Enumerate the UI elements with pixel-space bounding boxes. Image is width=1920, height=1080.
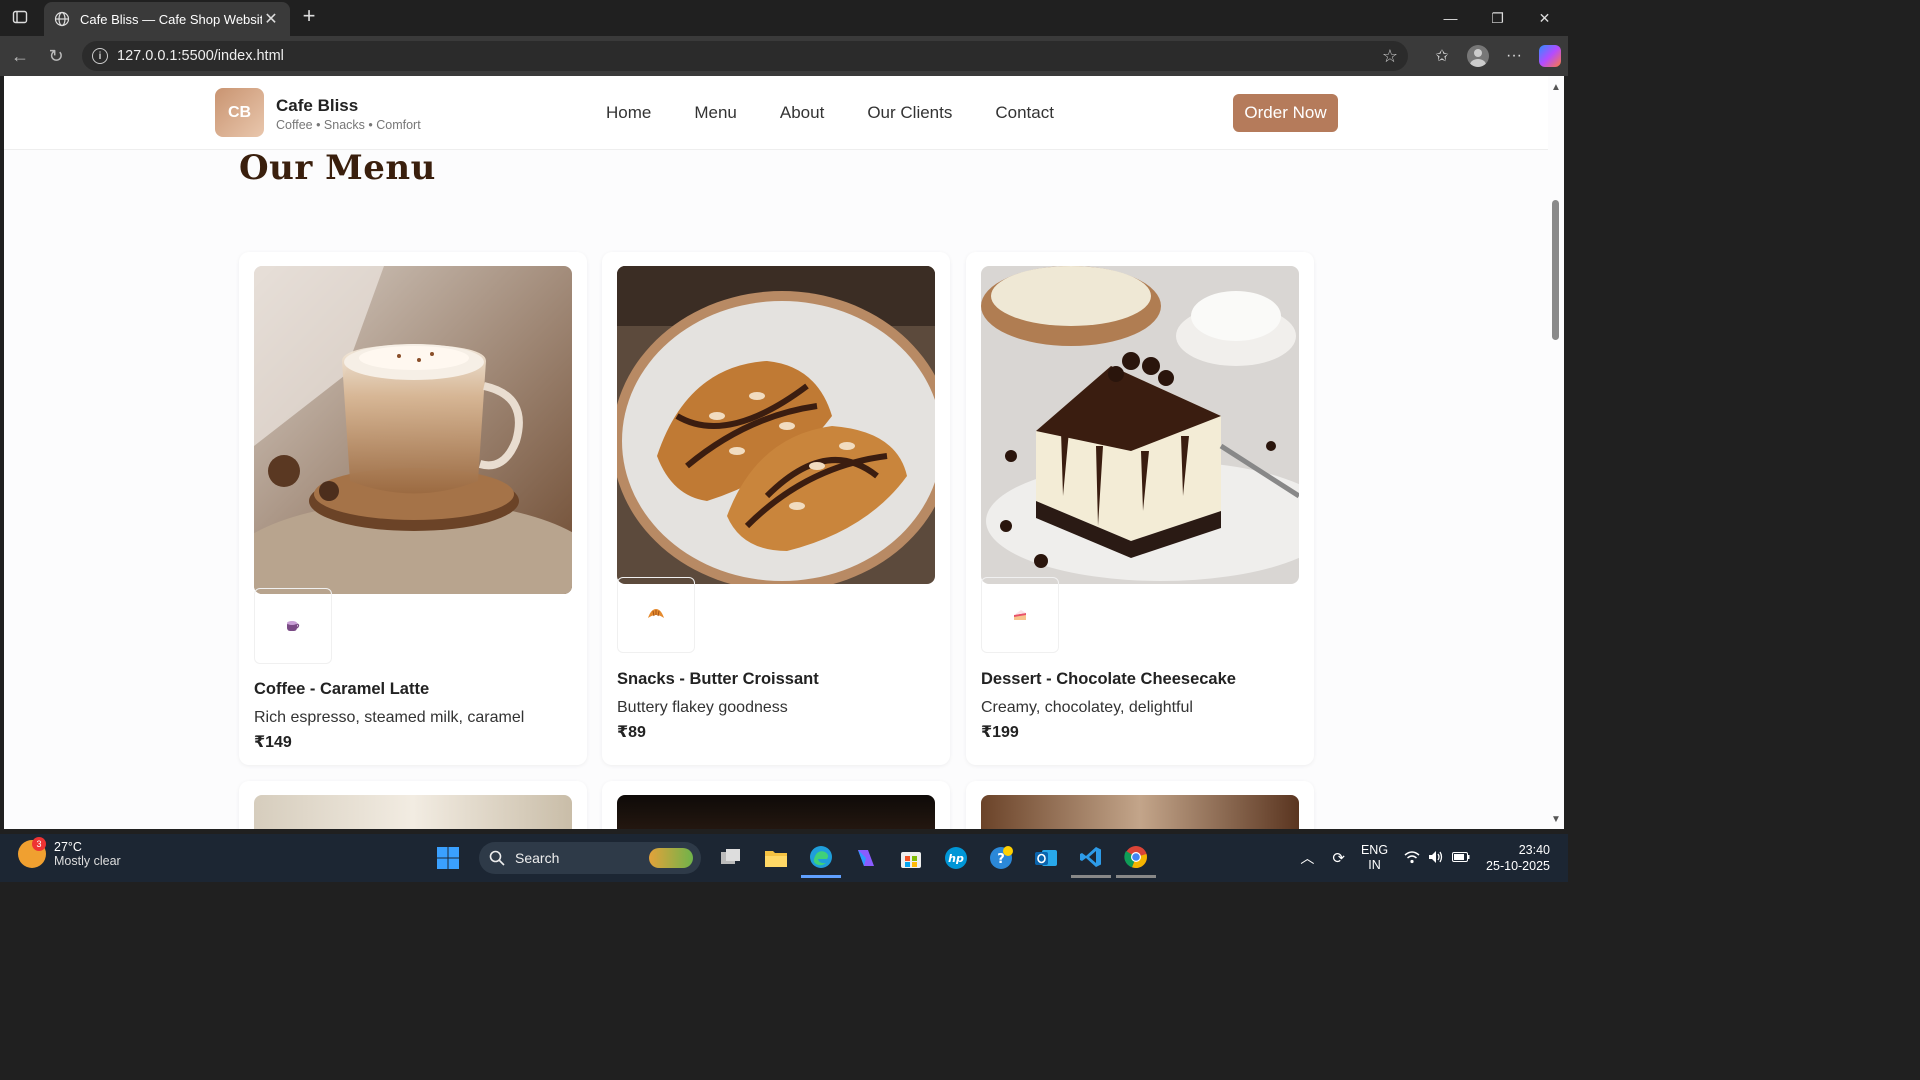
reload-button[interactable]: ↻ bbox=[42, 42, 70, 70]
clock-date: 25-10-2025 bbox=[1486, 859, 1550, 873]
scroll-up-icon[interactable]: ▲ bbox=[1551, 82, 1561, 93]
copilot-icon[interactable] bbox=[1532, 40, 1568, 72]
more-menu-icon[interactable]: ··· bbox=[1496, 40, 1532, 72]
language-indicator[interactable]: ENG IN bbox=[1361, 843, 1388, 873]
search-label: Search bbox=[515, 850, 560, 866]
outlook-icon[interactable] bbox=[1026, 838, 1066, 878]
favorites-icon[interactable]: ✩ bbox=[1424, 40, 1460, 72]
svg-text:hp: hp bbox=[948, 852, 964, 865]
brand-tagline: Coffee • Snacks • Comfort bbox=[276, 118, 421, 132]
menu-item-name: Snacks - Butter Croissant bbox=[617, 670, 819, 688]
menu-item-name: Coffee - Caramel Latte bbox=[254, 680, 430, 698]
taskbar-search[interactable]: Search bbox=[479, 842, 701, 874]
profile-avatar[interactable] bbox=[1460, 40, 1496, 72]
site-info-icon[interactable]: i bbox=[92, 48, 108, 64]
hp-icon[interactable]: hp bbox=[936, 838, 976, 878]
windows-taskbar: 3 27°C Mostly clear Search hp ? ︿ ⟳ ENG … bbox=[0, 834, 1568, 882]
sync-icon[interactable]: ⟳ bbox=[1332, 849, 1345, 867]
volume-icon[interactable] bbox=[1428, 850, 1444, 867]
favorite-star-icon[interactable]: ☆ bbox=[1382, 46, 1398, 67]
section-title: Our Menu bbox=[239, 148, 436, 188]
menu-card[interactable] bbox=[602, 781, 950, 829]
address-toolbar: ← ↻ i 127.0.0.1:5500/index.html ☆ ✩ ··· bbox=[0, 36, 1568, 76]
menu-item-price: ₹149 bbox=[254, 734, 292, 751]
cake-slice-icon bbox=[981, 577, 1059, 653]
nav-menu[interactable]: Menu bbox=[694, 103, 737, 123]
browser-tab-bar: Cafe Bliss — Cafe Shop Website ✕ + — ❐ ✕ bbox=[0, 0, 1568, 36]
language-line-1: ENG bbox=[1360, 843, 1389, 857]
menu-item-image bbox=[254, 795, 572, 829]
order-now-button[interactable]: Order Now bbox=[1233, 94, 1338, 132]
file-explorer-icon[interactable] bbox=[756, 838, 796, 878]
nav-our-clients[interactable]: Our Clients bbox=[867, 103, 952, 123]
copilot-app-icon[interactable] bbox=[846, 838, 886, 878]
weather-icon: 3 bbox=[18, 837, 46, 868]
battery-icon[interactable] bbox=[1452, 851, 1470, 865]
page-scrollbar[interactable]: ▲ ▼ bbox=[1548, 76, 1564, 829]
close-window-button[interactable]: ✕ bbox=[1521, 0, 1568, 36]
logo[interactable]: CB bbox=[215, 88, 264, 137]
site-header: CB Cafe Bliss Coffee • Snacks • Comfort … bbox=[4, 76, 1548, 150]
microsoft-store-icon[interactable] bbox=[891, 838, 931, 878]
tab-close-icon[interactable]: ✕ bbox=[262, 9, 280, 29]
menu-item-price: ₹199 bbox=[981, 724, 1019, 741]
task-view-icon[interactable] bbox=[711, 838, 751, 878]
chrome-icon[interactable] bbox=[1116, 838, 1156, 878]
menu-item-description: Buttery flakey goodness bbox=[617, 699, 788, 716]
temperature: 27°C bbox=[54, 840, 82, 854]
new-tab-button[interactable]: + bbox=[296, 3, 322, 31]
menu-card[interactable] bbox=[239, 781, 587, 829]
scrollbar-thumb[interactable] bbox=[1552, 200, 1559, 340]
browser-tab[interactable]: Cafe Bliss — Cafe Shop Website ✕ bbox=[44, 2, 290, 36]
menu-item-image bbox=[617, 795, 935, 829]
page-viewport: CB Cafe Bliss Coffee • Snacks • Comfort … bbox=[4, 76, 1548, 829]
weather-widget[interactable]: 3 27°C Mostly clear bbox=[18, 837, 121, 868]
menu-item-name: Dessert - Chocolate Cheesecake bbox=[981, 670, 1236, 688]
wifi-icon[interactable] bbox=[1404, 850, 1420, 867]
restore-button[interactable]: ❐ bbox=[1474, 0, 1521, 36]
scroll-down-icon[interactable]: ▼ bbox=[1551, 814, 1561, 825]
croissant-icon bbox=[617, 577, 695, 653]
menu-item-image bbox=[981, 795, 1299, 829]
menu-card[interactable]: Coffee - Caramel Latte Rich espresso, st… bbox=[239, 252, 587, 765]
language-line-2: IN bbox=[1368, 858, 1381, 872]
coffee-cup-icon bbox=[254, 588, 332, 664]
caramel-latte-image bbox=[254, 266, 572, 594]
address-bar[interactable]: i 127.0.0.1:5500/index.html ☆ bbox=[82, 41, 1408, 71]
search-icon bbox=[489, 850, 505, 866]
tab-actions-icon[interactable] bbox=[6, 4, 34, 30]
brand-name: Cafe Bliss bbox=[276, 96, 359, 115]
start-icon[interactable] bbox=[428, 838, 468, 878]
menu-card[interactable] bbox=[966, 781, 1314, 829]
svg-text:?: ? bbox=[997, 852, 1005, 867]
edge-icon[interactable] bbox=[801, 838, 841, 878]
menu-card[interactable]: Dessert - Chocolate Cheesecake Creamy, c… bbox=[966, 252, 1314, 765]
butter-croissant-image bbox=[617, 266, 935, 584]
menu-item-description: Creamy, chocolatey, delightful bbox=[981, 699, 1193, 716]
menu-item-description: Rich espresso, steamed milk, caramel bbox=[254, 709, 525, 726]
nav-contact[interactable]: Contact bbox=[995, 103, 1054, 123]
tab-title: Cafe Bliss — Cafe Shop Website bbox=[80, 11, 262, 27]
clock-time: 23:40 bbox=[1518, 843, 1550, 857]
url-text: 127.0.0.1:5500/index.html bbox=[117, 48, 284, 64]
minimize-button[interactable]: — bbox=[1427, 0, 1474, 36]
menu-item-price: ₹89 bbox=[617, 724, 646, 741]
nav-home[interactable]: Home bbox=[606, 103, 651, 123]
globe-icon bbox=[54, 11, 70, 27]
weather-condition: Mostly clear bbox=[54, 854, 121, 868]
system-clock[interactable]: 23:40 25-10-2025 bbox=[1486, 842, 1550, 874]
help-icon[interactable]: ? bbox=[981, 838, 1021, 878]
search-highlight-icon bbox=[649, 848, 693, 868]
back-button[interactable]: ← bbox=[6, 42, 34, 70]
menu-card[interactable]: Snacks - Butter Croissant Buttery flakey… bbox=[602, 252, 950, 765]
show-hidden-icons-icon[interactable]: ︿ bbox=[1300, 848, 1314, 868]
main-nav: Home Menu About Our Clients Contact bbox=[606, 103, 1097, 123]
nav-about[interactable]: About bbox=[780, 103, 824, 123]
vscode-icon[interactable] bbox=[1071, 838, 1111, 878]
weather-badge: 3 bbox=[32, 837, 46, 851]
chocolate-cheesecake-image bbox=[981, 266, 1299, 584]
